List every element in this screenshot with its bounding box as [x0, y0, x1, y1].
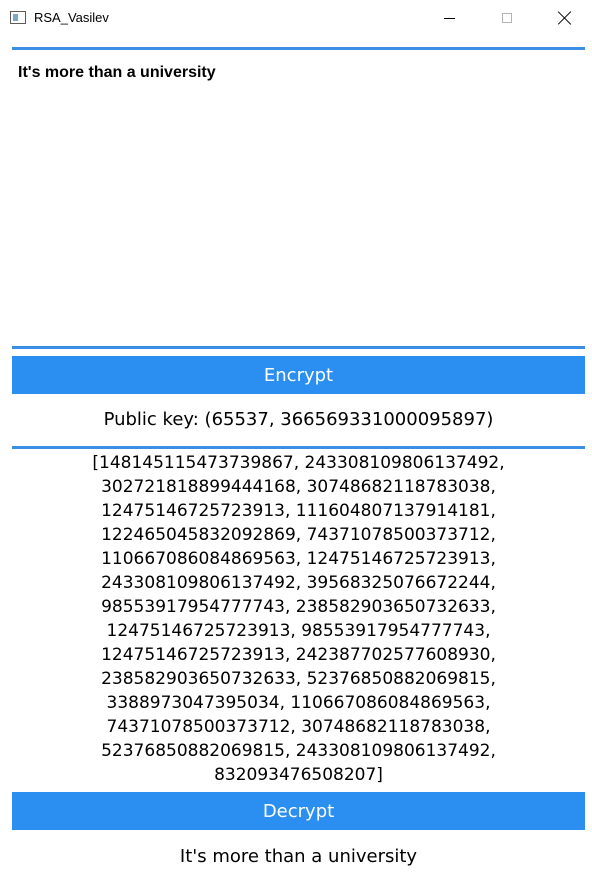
ciphertext-line: 3388973047395034, 110667086084869563, [106, 693, 491, 713]
plaintext-input-value: It's more than a university [18, 64, 216, 81]
close-button[interactable] [542, 0, 588, 36]
ciphertext-line: 302721818899444168, 30748682118783038, [101, 477, 496, 497]
minimize-icon [443, 17, 455, 19]
ciphertext-line: 98553917954777743, 238582903650732633, [101, 597, 496, 617]
public-key-label: Public key: (65537, 366569331000095897) [103, 409, 494, 430]
maximize-icon [502, 13, 512, 23]
title-bar: RSA_Vasilev [0, 0, 592, 36]
ciphertext-line: 122465045832092869, 74371078500373712, [101, 525, 496, 545]
app-window-icon [10, 11, 26, 24]
ciphertext-line: 52376850882069815, 243308109806137492, [101, 741, 496, 761]
maximize-button[interactable] [484, 0, 530, 36]
ciphertext-line: 238582903650732633, 52376850882069815, [101, 669, 496, 689]
decrypt-button-label: Decrypt [262, 800, 335, 822]
ciphertext-line: 12475146725723913, 242387702577608930, [101, 645, 496, 665]
ciphertext-line: 110667086084869563, 12475146725723913, [101, 549, 496, 569]
decrypt-button[interactable]: Decrypt [12, 792, 585, 830]
ciphertext-divider [12, 446, 585, 449]
ciphertext-line: 12475146725723913, 111604807137914181, [101, 501, 496, 521]
ciphertext-line: 12475146725723913, 98553917954777743, [106, 621, 491, 641]
close-icon [558, 11, 572, 25]
window-title: RSA_Vasilev [34, 10, 109, 25]
encrypt-button-label: Encrypt [263, 364, 334, 386]
encrypt-button[interactable]: Encrypt [12, 356, 585, 394]
ciphertext-line: 832093476508207] [214, 765, 383, 785]
ciphertext-line: 243308109806137492, 39568325076672244, [101, 573, 496, 593]
ciphertext-line: 74371078500373712, 30748682118783038, [106, 717, 491, 737]
decrypted-text: It's more than a university [179, 846, 418, 867]
ciphertext-output: [148145115473739867, 243308109806137492,… [12, 451, 585, 787]
plaintext-input[interactable]: It's more than a university [12, 47, 585, 349]
ciphertext-line: [148145115473739867, 243308109806137492, [92, 453, 505, 473]
minimize-button[interactable] [426, 0, 472, 36]
